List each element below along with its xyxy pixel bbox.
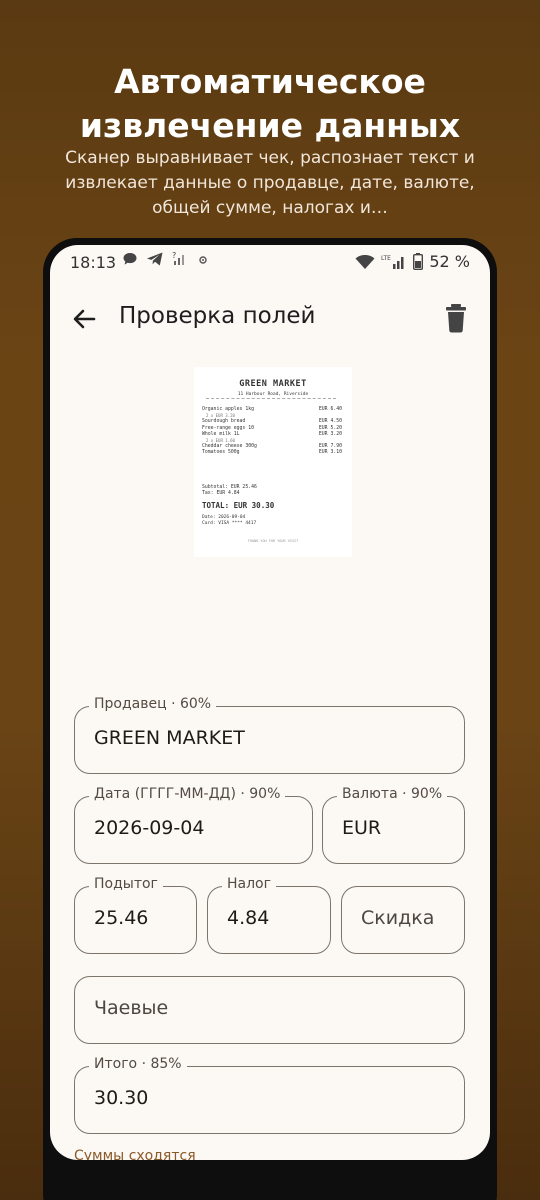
- receipt-items: Organic apples 1kg EUR 6.40 2 x EUR 3.20 …: [202, 407, 342, 457]
- subtotal-field[interactable]: Подытог 25.46: [74, 876, 197, 954]
- telegram-icon: [147, 252, 163, 266]
- receipt-meta: Date: 2026-09-04 Card: VISA **** 4417: [202, 515, 256, 527]
- total-value: 30.30: [94, 1087, 149, 1109]
- currency-value: EUR: [342, 817, 382, 839]
- currency-field[interactable]: Валюта · 90% EUR: [322, 786, 465, 864]
- receipt-item: Tomatoes 500g EUR 3.10: [202, 450, 342, 456]
- tax-field[interactable]: Налог 4.84: [207, 876, 331, 954]
- app-screen: 18:13 ? LTE 52 % Проверка полей GREEN MA…: [50, 245, 490, 1160]
- receipt-totals: Subtotal: EUR 25.46 Tax: EUR 4.84: [202, 485, 257, 497]
- status-time: 18:13: [70, 253, 117, 272]
- total-field[interactable]: Итого · 85% 30.30: [74, 1056, 465, 1134]
- discount-field[interactable]: Скидка: [341, 886, 465, 954]
- date-field[interactable]: Дата (ГГГГ-ММ-ДД) · 90% 2026-09-04: [74, 786, 313, 864]
- totals-match-status: Суммы сходятся: [74, 1148, 196, 1160]
- receipt-total: TOTAL: EUR 30.30: [202, 501, 275, 510]
- status-bar: 18:13 ? LTE 52 %: [50, 245, 490, 279]
- top-app-bar: Проверка полей: [50, 297, 490, 337]
- seller-label: Продавец · 60%: [89, 696, 217, 712]
- discount-placeholder: Скидка: [361, 907, 435, 929]
- promo-title: Автоматическое извлечение данных: [0, 60, 540, 148]
- tax-label: Налог: [222, 876, 276, 892]
- status-system-icons: LTE 52 %: [355, 252, 470, 271]
- seller-value: GREEN MARKET: [94, 727, 245, 749]
- receipt-store-name: GREEN MARKET: [239, 379, 307, 389]
- total-label: Итого · 85%: [89, 1056, 187, 1072]
- status-notification-icons: ?: [122, 251, 210, 267]
- receipt-image: GREEN MARKET 11 Harbour Road, Riverside …: [194, 367, 352, 557]
- date-value: 2026-09-04: [94, 817, 205, 839]
- receipt-tax: Tax: EUR 4.84: [202, 491, 240, 497]
- trash-icon[interactable]: [444, 303, 468, 333]
- svg-text:LTE: LTE: [381, 255, 391, 262]
- subtotal-value: 25.46: [94, 907, 149, 929]
- seller-field[interactable]: Продавец · 60% GREEN MARKET: [74, 696, 465, 774]
- tips-placeholder: Чаевые: [94, 997, 169, 1019]
- receipt-footer: THANK YOU FOR YOUR VISIT: [247, 539, 299, 543]
- wifi-icon: [355, 254, 375, 269]
- date-label: Дата (ГГГГ-ММ-ДД) · 90%: [89, 786, 286, 802]
- no-signal-icon: ?: [172, 251, 184, 265]
- promo-title-line2: извлечение данных: [79, 106, 461, 145]
- page-title: Проверка полей: [119, 303, 316, 329]
- currency-label: Валюта · 90%: [337, 786, 448, 802]
- receipt-card: Card: VISA **** 4417: [202, 521, 257, 527]
- receipt-divider: [206, 398, 336, 399]
- lte-signal-icon: LTE: [381, 255, 404, 269]
- promo-title-line1: Автоматическое: [114, 62, 426, 101]
- battery-percent: 52 %: [429, 252, 470, 271]
- battery-icon: [413, 253, 424, 270]
- arrow-back-icon[interactable]: [70, 305, 98, 333]
- chat-icon: [123, 253, 137, 265]
- promo-subtitle: Сканер выравнивает чек, распознает текст…: [65, 148, 475, 218]
- tips-field[interactable]: Чаевые: [74, 976, 465, 1044]
- tax-value: 4.84: [227, 907, 270, 929]
- svg-text:?: ?: [172, 251, 176, 260]
- receipt-address: 11 Harbour Road, Riverside: [237, 392, 309, 397]
- subtotal-label: Подытог: [89, 876, 163, 892]
- app-icon: [199, 256, 207, 264]
